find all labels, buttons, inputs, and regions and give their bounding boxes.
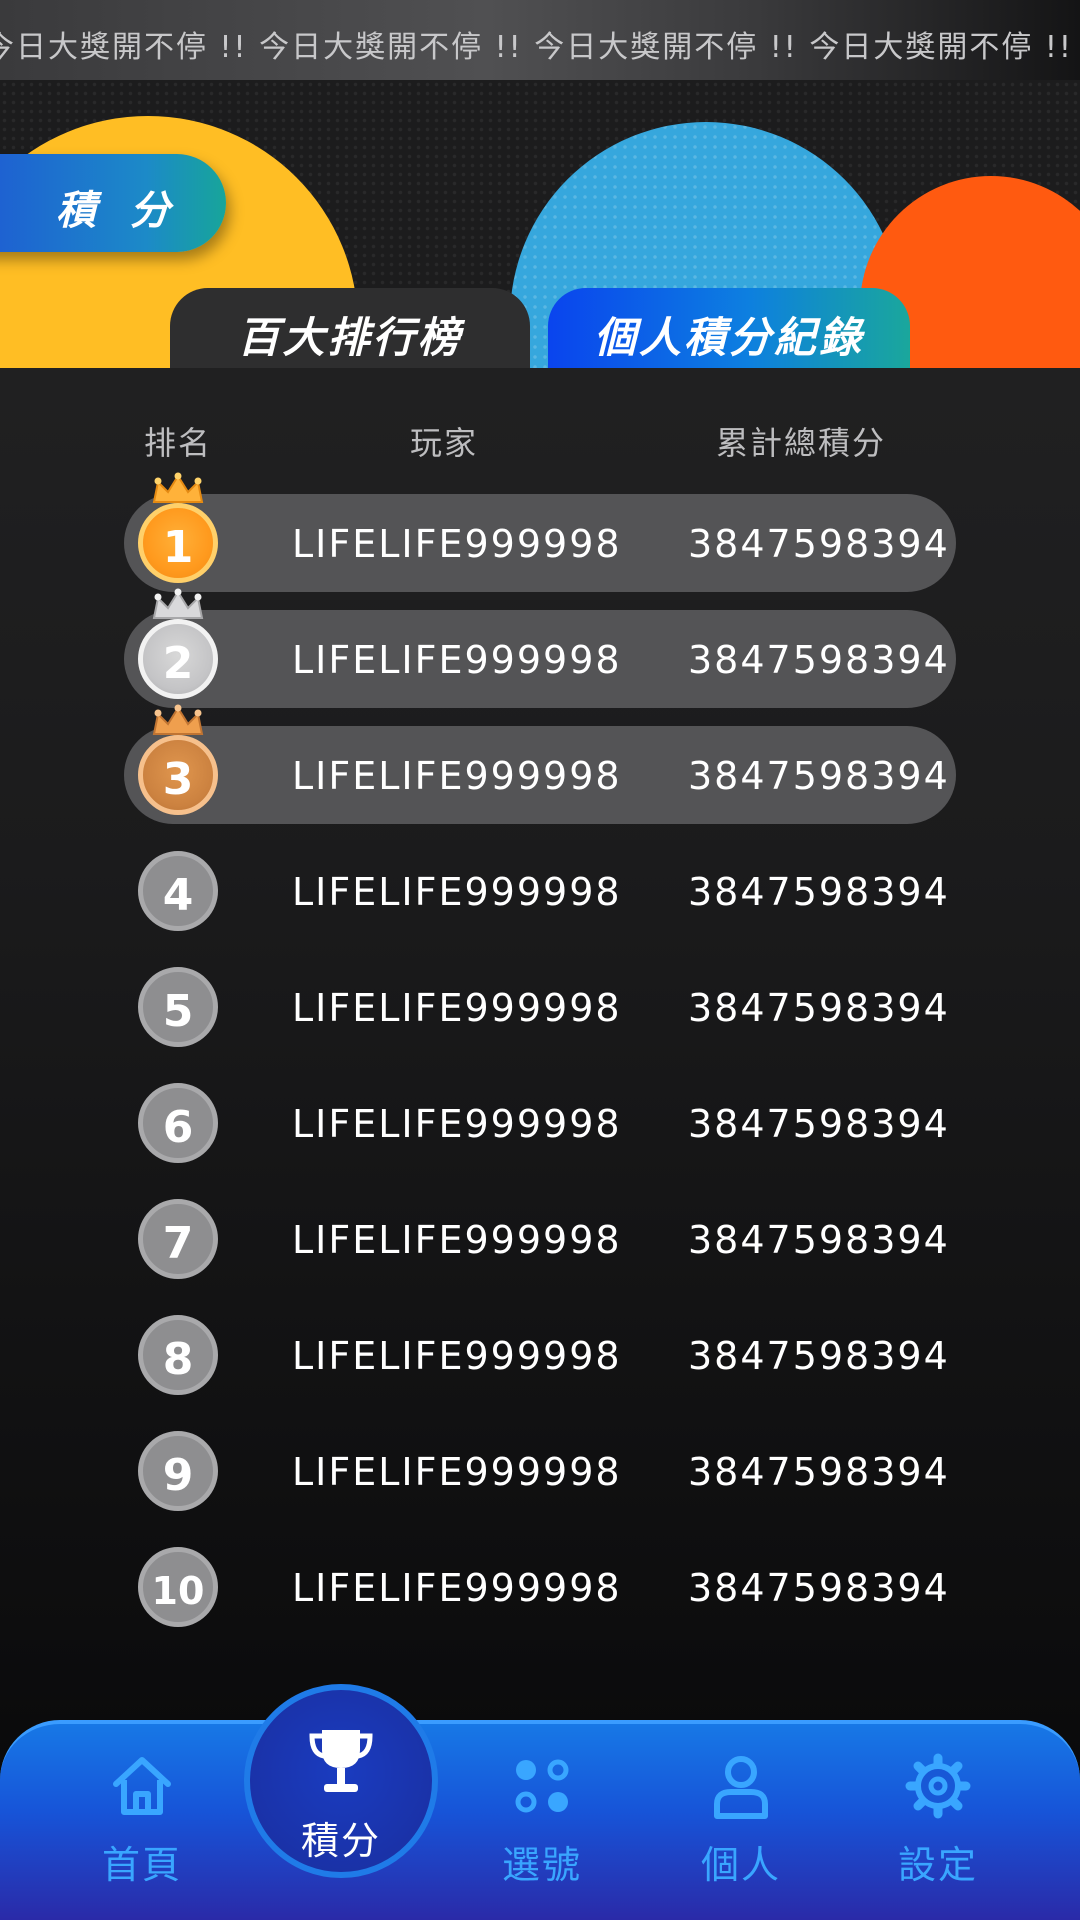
- rank-badge: 6: [138, 1083, 218, 1163]
- player-score: 3847598394: [688, 1566, 950, 1610]
- nav-label: 首頁: [101, 1843, 182, 1887]
- bottom-navigation: 首頁 選號 個人 設定: [0, 1720, 1080, 1920]
- tab-top-100-ranking[interactable]: 百大排行榜: [170, 288, 530, 368]
- rank-badge: 9: [138, 1431, 218, 1511]
- table-row: 9 LIFELIFE999998 3847598394: [124, 1422, 956, 1520]
- nav-item-settings[interactable]: 設定: [838, 1724, 1038, 1920]
- table-row: 1 LIFELIFE999998 3847598394: [124, 472, 956, 592]
- table-row: 8 LIFELIFE999998 3847598394: [124, 1306, 956, 1404]
- player-score: 3847598394: [688, 1450, 950, 1494]
- player-name: LIFELIFE999998: [292, 638, 622, 682]
- table-row: 7 LIFELIFE999998 3847598394: [124, 1190, 956, 1288]
- table-row: 3 LIFELIFE999998 3847598394: [124, 704, 956, 824]
- tab-label: 百大排行榜: [237, 313, 463, 362]
- user-icon: [714, 1756, 768, 1819]
- column-header-total-score: 累計總積分: [716, 424, 887, 462]
- announcement-marquee: 今日大獎開不停 !! 今日大獎開不停 !! 今日大獎開不停 !! 今日大獎開不停…: [0, 0, 1080, 80]
- player-score: 3847598394: [688, 986, 950, 1030]
- nav-label: 選號: [501, 1843, 582, 1887]
- marquee-text: 今日大獎開不停 !! 今日大獎開不停 !! 今日大獎開不停 !! 今日大獎開不停…: [0, 30, 1080, 65]
- rank-number: 7: [162, 1218, 194, 1269]
- player-score: 3847598394: [688, 754, 950, 798]
- table-row: 10 LIFELIFE999998 3847598394: [124, 1538, 956, 1636]
- nav-item-number-pick[interactable]: 選號: [442, 1724, 642, 1920]
- table-row: 2 LIFELIFE999998 3847598394: [124, 588, 956, 708]
- rank-badge: 7: [138, 1199, 218, 1279]
- table-row: 6 LIFELIFE999998 3847598394: [124, 1074, 956, 1172]
- tab-label: 個人積分紀錄: [593, 313, 864, 362]
- rank-badge: 10: [138, 1547, 218, 1627]
- rank-number: 9: [162, 1450, 194, 1501]
- player-name: LIFELIFE999998: [292, 1218, 622, 1262]
- player-score: 3847598394: [688, 1102, 950, 1146]
- trophy-icon: [309, 1730, 373, 1792]
- column-header-player: 玩家: [410, 424, 479, 462]
- rank-badge: 5: [138, 967, 218, 1047]
- player-name: LIFELIFE999998: [292, 1334, 622, 1378]
- bronze-crown-icon: [152, 704, 204, 735]
- hero-header: 積 分 百大排行榜 個人積分紀錄: [0, 80, 1080, 368]
- player-name: LIFELIFE999998: [292, 522, 622, 566]
- app-screen: 今日大獎開不停 !! 今日大獎開不停 !! 今日大獎開不停 !! 今日大獎開不停…: [0, 0, 1080, 1920]
- tab-personal-points-record[interactable]: 個人積分紀錄: [548, 288, 910, 368]
- nav-item-home[interactable]: 首頁: [42, 1724, 242, 1920]
- player-name: LIFELIFE999998: [292, 754, 622, 798]
- rank-number: 3: [162, 754, 194, 805]
- rank-number: 5: [162, 986, 194, 1037]
- nav-label: 設定: [897, 1843, 978, 1887]
- player-score: 3847598394: [688, 522, 950, 566]
- page-title: 積 分: [56, 188, 180, 234]
- grid-dots-icon: [515, 1759, 569, 1813]
- gold-crown-icon: [152, 472, 204, 503]
- player-score: 3847598394: [688, 1218, 950, 1262]
- page-title-badge: 積 分: [0, 154, 226, 252]
- table-row: 4 LIFELIFE999998 3847598394: [124, 842, 956, 940]
- rank-medal-silver: 2: [138, 619, 218, 699]
- player-name: LIFELIFE999998: [292, 1102, 622, 1146]
- rank-number: 1: [162, 522, 194, 573]
- rank-badge: 8: [138, 1315, 218, 1395]
- table-row: 5 LIFELIFE999998 3847598394: [124, 958, 956, 1056]
- player-score: 3847598394: [688, 638, 950, 682]
- gear-icon: [905, 1753, 971, 1819]
- column-header-rank: 排名: [144, 424, 213, 462]
- nav-label: 個人: [700, 1843, 781, 1887]
- nav-item-points-active[interactable]: 積分: [244, 1684, 438, 1878]
- rank-number: 2: [162, 638, 194, 689]
- rank-number: 10: [151, 1569, 205, 1613]
- player-name: LIFELIFE999998: [292, 1566, 622, 1610]
- player-name: LIFELIFE999998: [292, 870, 622, 914]
- home-icon: [113, 1757, 171, 1815]
- silver-crown-icon: [152, 588, 204, 619]
- player-name: LIFELIFE999998: [292, 986, 622, 1030]
- rank-medal-gold: 1: [138, 503, 218, 583]
- rank-medal-bronze: 3: [138, 735, 218, 815]
- player-name: LIFELIFE999998: [292, 1450, 622, 1494]
- rank-number: 6: [162, 1102, 194, 1153]
- rank-badge: 4: [138, 851, 218, 931]
- player-score: 3847598394: [688, 870, 950, 914]
- rank-number: 8: [162, 1334, 194, 1385]
- nav-item-personal[interactable]: 個人: [641, 1724, 841, 1920]
- rank-number: 4: [162, 870, 194, 921]
- player-score: 3847598394: [688, 1334, 950, 1378]
- nav-label: 積分: [300, 1819, 381, 1863]
